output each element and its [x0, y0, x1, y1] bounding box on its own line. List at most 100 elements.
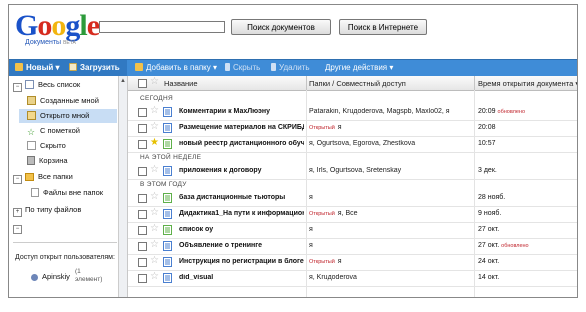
shared-with-label: Доступ открыт пользователям: — [15, 254, 115, 261]
star-icon[interactable]: ☆ — [150, 240, 159, 250]
column-header: ☆ Название Папки / Совместный доступ Вре… — [128, 76, 577, 91]
table-row[interactable]: ☆ did_visual я, Kruдoderova 14 окт. — [128, 270, 577, 287]
table-row[interactable]: ☆ Объявление о тренинге я 27 окт. обновлено — [128, 238, 577, 255]
document-sharing: я, Irls, Ogurtsova, Sretenskay — [309, 167, 471, 174]
collapse-icon[interactable]: − — [13, 225, 22, 234]
row-checkbox[interactable] — [138, 242, 147, 251]
other-actions-button[interactable]: Другие действия ▾ — [325, 63, 393, 72]
time-value: 24 окт. — [478, 258, 500, 265]
toolbar: Новый ▾ Загрузить Добавить в папку ▾ Скр… — [9, 59, 577, 76]
sidebar-scrollbar[interactable]: ▲ — [118, 76, 127, 297]
sidebar-item-files-outside-folders[interactable]: Файлы вне папок — [31, 186, 117, 200]
row-checkbox[interactable] — [138, 124, 147, 133]
collaborators: я — [309, 242, 313, 249]
time-value: 20:08 — [478, 124, 496, 131]
collaborators: я — [337, 258, 342, 265]
search-input[interactable] — [99, 21, 225, 33]
row-checkbox[interactable] — [138, 226, 147, 235]
star-icon[interactable]: ★ — [150, 138, 159, 148]
table-row[interactable]: ★ новый реестр дистанционного обучения я, … — [128, 136, 577, 153]
collapse-icon[interactable]: − — [13, 83, 22, 92]
star-icon[interactable]: ☆ — [150, 224, 159, 234]
document-name[interactable]: приложения к договору — [179, 167, 304, 174]
collaborators: я, Kruдoderova — [309, 274, 357, 281]
row-checkbox[interactable] — [138, 210, 147, 219]
app-frame: Google Документы BETA Поиск документов По… — [8, 4, 578, 298]
row-checkbox[interactable] — [138, 108, 147, 117]
updated-badge: обновлено — [501, 243, 529, 249]
document-name[interactable]: Комментарии к МахЛюэну — [179, 108, 304, 115]
public-badge: Открытый — [309, 125, 335, 131]
shared-user-item[interactable]: Apinskiy — [31, 272, 70, 281]
open-time: 20:09 обновлено — [478, 108, 574, 115]
public-badge: Открытый — [309, 211, 335, 217]
document-name[interactable]: список оу — [179, 226, 304, 233]
beta-badge: BETA — [63, 40, 76, 46]
list-icon — [25, 80, 34, 89]
time-value: 10:57 — [478, 140, 496, 147]
delete-button[interactable]: Удалить — [271, 63, 310, 72]
column-name[interactable]: Название — [164, 79, 198, 88]
scroll-up-icon[interactable]: ▲ — [120, 78, 126, 84]
sidebar-item-starred[interactable]: ☆ С пометкой — [27, 124, 117, 138]
time-value: 27 окт. — [478, 226, 500, 233]
document-sharing: я — [309, 194, 471, 201]
collapse-icon[interactable]: − — [13, 175, 22, 184]
table-row[interactable]: ☆ Комментарии к МахЛюэну Patarakin, Kruдod… — [128, 104, 577, 121]
open-time: 27 окт. — [478, 226, 574, 233]
time-value: 20:09 — [478, 108, 496, 115]
table-row[interactable]: ☆ список оу я 27 окт. — [128, 222, 577, 239]
google-docs-logo[interactable]: Google Документы BETA — [15, 11, 101, 47]
star-icon[interactable]: ☆ — [150, 192, 159, 202]
document-name[interactable]: did_visual — [179, 274, 304, 281]
folder-icon — [25, 173, 34, 181]
document-name[interactable]: база дистанционные тьюторы — [179, 194, 304, 201]
column-folders-sharing[interactable]: Папки / Совместный доступ — [309, 79, 406, 88]
sidebar-item-collapsed-group[interactable]: − — [13, 220, 121, 234]
sidebar-item-created-by-me[interactable]: Созданные мной — [27, 94, 117, 108]
table-row[interactable]: ☆ Инструкция по регистрации в блоге Открыт… — [128, 254, 577, 271]
search-documents-button[interactable]: Поиск документов — [231, 19, 331, 35]
document-name[interactable]: новый реестр дистанционного обучения — [179, 140, 304, 147]
document-sharing: Открытый я, Все — [309, 210, 471, 217]
sidebar-item-all[interactable]: − Весь список — [13, 78, 121, 92]
hide-button[interactable]: Скрыть — [225, 63, 260, 72]
sidebar-item-hidden[interactable]: Скрыто — [27, 139, 117, 153]
document-name[interactable]: Дидактика1_На пути к информационному — [179, 210, 304, 217]
sidebar-item-by-file-type[interactable]: + По типу файлов — [13, 203, 121, 217]
row-checkbox[interactable] — [138, 258, 147, 267]
column-open-time[interactable]: Время открытия документа ▾ — [478, 79, 577, 88]
document-sharing: Открытый я — [309, 258, 471, 265]
document-name[interactable]: Объявление о тренинге — [179, 242, 304, 249]
table-row[interactable]: ☆ Размещение материалов на СКРИБД Открытый… — [128, 120, 577, 137]
sidebar-divider — [13, 242, 117, 243]
star-icon[interactable]: ☆ — [150, 272, 159, 282]
new-menu-button[interactable]: Новый ▾ — [15, 63, 60, 72]
table-row[interactable]: ☆ приложения к договору я, Irls, Ogurtsova… — [128, 163, 577, 180]
table-row[interactable]: ☆ база дистанционные тьюторы я 28 нояб. — [128, 190, 577, 207]
add-to-folder-button[interactable]: Добавить в папку ▾ — [135, 63, 217, 72]
star-icon[interactable]: ☆ — [150, 208, 159, 218]
sidebar-item-all-folders[interactable]: − Все папки — [13, 170, 121, 184]
sidebar-item-opened-by-me[interactable]: Открыто мной — [19, 109, 117, 123]
document-name[interactable]: Размещение материалов на СКРИБД — [179, 124, 304, 131]
upload-button[interactable]: Загрузить — [69, 63, 120, 72]
row-checkbox[interactable] — [138, 274, 147, 283]
star-icon[interactable]: ☆ — [150, 122, 159, 132]
row-checkbox[interactable] — [138, 167, 147, 176]
select-all-checkbox[interactable] — [138, 79, 147, 88]
star-icon[interactable]: ☆ — [150, 106, 159, 116]
document-icon — [163, 123, 172, 133]
star-icon[interactable]: ☆ — [150, 165, 159, 175]
document-name[interactable]: Инструкция по регистрации в блоге — [179, 258, 304, 265]
sidebar-item-trash[interactable]: Корзина — [27, 154, 117, 168]
table-row[interactable]: ☆ Дидактика1_На пути к информационному Отк… — [128, 206, 577, 223]
folder-icon — [135, 63, 143, 71]
expand-icon[interactable]: + — [13, 208, 22, 217]
search-web-button[interactable]: Поиск в Интернете — [339, 19, 427, 35]
row-checkbox[interactable] — [138, 194, 147, 203]
document-sharing: я, Ogurtsova, Egorova, Zhestkova — [309, 140, 471, 147]
star-icon[interactable]: ☆ — [150, 256, 159, 266]
row-checkbox[interactable] — [138, 140, 147, 149]
logo-subtitle: Документы — [25, 39, 62, 46]
